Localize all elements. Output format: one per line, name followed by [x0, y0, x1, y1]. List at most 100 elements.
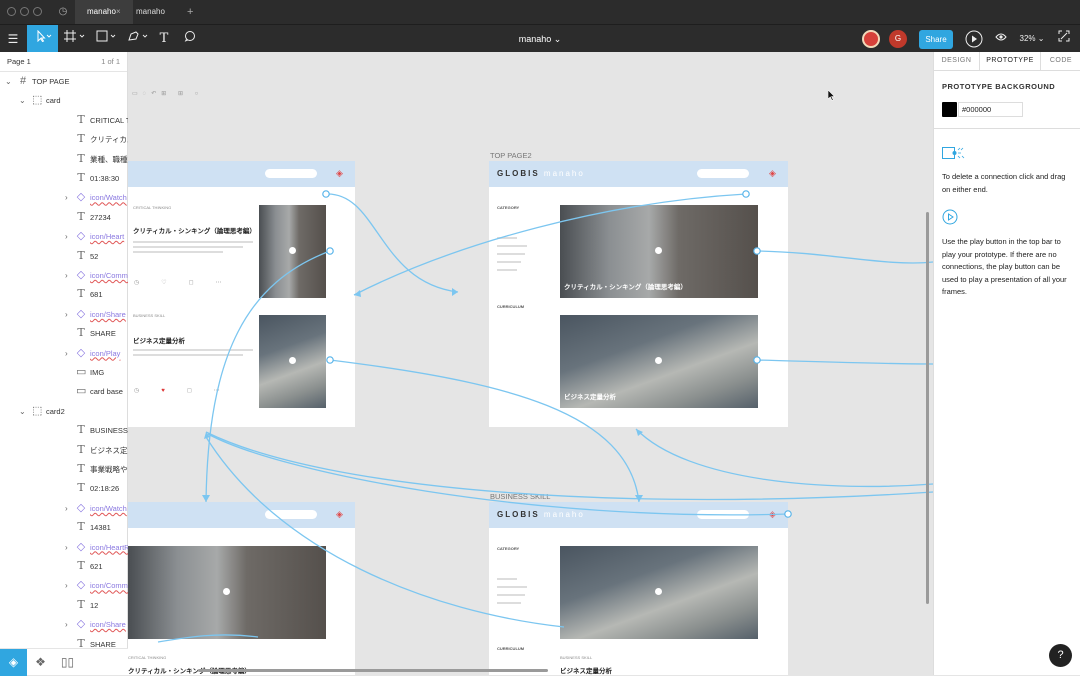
- new-tab-button[interactable]: +: [175, 0, 195, 24]
- expand-arrow-icon[interactable]: ›: [65, 576, 68, 595]
- page-selector[interactable]: Page 1 1 of 1: [0, 52, 127, 72]
- layer-row[interactable]: T 27234: [0, 208, 128, 227]
- horizontal-scrollbar[interactable]: [198, 669, 548, 672]
- connection-handle[interactable]: [753, 247, 761, 255]
- comment-tool-button[interactable]: [180, 25, 200, 53]
- layer-row[interactable]: T クリティカル・シ...: [0, 130, 128, 149]
- text-tool-icon[interactable]: T: [156, 25, 172, 53]
- close-window-button[interactable]: [7, 7, 16, 16]
- layer-row[interactable]: › ◇ icon/Play: [0, 344, 128, 363]
- tab-design[interactable]: DESIGN: [934, 52, 979, 70]
- vertical-scrollbar[interactable]: [926, 212, 929, 604]
- view-settings-button[interactable]: [992, 25, 1010, 53]
- layer-row[interactable]: › ◇ icon/Share: [0, 305, 128, 324]
- share-button[interactable]: Share: [919, 30, 953, 49]
- menu-icon[interactable]: ☰: [0, 25, 26, 53]
- expand-arrow-icon[interactable]: ›: [65, 615, 68, 634]
- text-layer-icon: T: [77, 520, 85, 534]
- expand-arrow-icon[interactable]: ›: [65, 538, 68, 557]
- layer-row[interactable]: ⌄ # TOP PAGE: [0, 72, 128, 91]
- layer-row[interactable]: T BUSINESS SKILL: [0, 421, 128, 440]
- components-tab-icon[interactable]: ❖: [27, 649, 54, 676]
- layer-row[interactable]: T SHARE: [0, 324, 128, 343]
- connection-wire[interactable]: [205, 431, 933, 501]
- frame-tool-button[interactable]: [60, 25, 90, 53]
- connection-handle[interactable]: [322, 190, 330, 198]
- rectangle-layer-icon: ▭: [76, 366, 87, 378]
- layer-row[interactable]: T 621: [0, 557, 128, 576]
- layer-row[interactable]: › ◇ icon/Heart: [0, 227, 128, 246]
- arrowhead: [452, 288, 458, 296]
- move-tool-button[interactable]: [27, 25, 58, 53]
- layer-row[interactable]: › ◇ icon/HeartRed: [0, 538, 128, 557]
- tab-manaho-2[interactable]: manaho: [124, 0, 182, 24]
- connection-handle[interactable]: [784, 510, 792, 518]
- layer-row[interactable]: ▭ IMG: [0, 363, 128, 382]
- layer-row[interactable]: T CRITICAL THINKI...: [0, 111, 128, 130]
- layer-row[interactable]: › ◇ icon/Comment: [0, 266, 128, 285]
- background-color-swatch[interactable]: [942, 102, 957, 117]
- collapse-arrow-icon[interactable]: ⌄: [19, 91, 26, 110]
- connection-wire[interactable]: [329, 359, 640, 503]
- connection-handle[interactable]: [753, 356, 761, 364]
- layer-row[interactable]: ▭ card base: [0, 382, 128, 401]
- cursor-icon: [37, 29, 51, 43]
- connection-wire[interactable]: [205, 436, 565, 628]
- expand-arrow-icon[interactable]: ›: [65, 499, 68, 518]
- library-tab-icon[interactable]: ▯▯: [54, 649, 81, 676]
- connection-wire[interactable]: [207, 433, 789, 516]
- tab-prototype[interactable]: PROTOTYPE: [979, 52, 1041, 71]
- minimize-window-button[interactable]: [20, 7, 29, 16]
- tab-code[interactable]: CODE: [1041, 52, 1080, 70]
- layer-row[interactable]: › ◇ icon/Watch: [0, 188, 128, 207]
- expand-arrow-icon[interactable]: ›: [65, 227, 68, 246]
- layer-row[interactable]: T 01:38:30: [0, 169, 128, 188]
- avatar-team[interactable]: [862, 30, 880, 48]
- layer-row[interactable]: ⌄ ⬚ card: [0, 91, 128, 110]
- shape-tool-button[interactable]: [92, 25, 122, 53]
- canvas[interactable]: ▭◌↶⊞ ⊞ ○ ◈ CRITICAL THINKING クリティカル・シンキン…: [128, 52, 933, 675]
- connection-wire[interactable]: [756, 359, 933, 365]
- background-hex-input[interactable]: #000000: [958, 102, 1023, 117]
- zoom-dropdown[interactable]: 32% ⌄: [1016, 25, 1048, 53]
- layer-row[interactable]: ⌄ ⬚ card2: [0, 402, 128, 421]
- layer-row[interactable]: T 681: [0, 285, 128, 304]
- expand-arrow-icon[interactable]: ›: [65, 344, 68, 363]
- layer-row[interactable]: T 52: [0, 247, 128, 266]
- document-title[interactable]: manaho ⌄: [500, 25, 580, 53]
- layer-row[interactable]: › ◇ icon/Comment: [0, 576, 128, 595]
- arrowhead: [202, 495, 210, 502]
- layers-tab-icon[interactable]: ◈: [0, 649, 27, 676]
- pen-tool-button[interactable]: [124, 25, 154, 53]
- collapse-arrow-icon[interactable]: ⌄: [19, 402, 26, 421]
- connection-wire[interactable]: [353, 193, 747, 296]
- page-label: Page 1: [7, 57, 31, 66]
- layer-label: card base: [90, 387, 123, 397]
- collapse-arrow-icon[interactable]: ⌄: [5, 72, 12, 91]
- layer-row[interactable]: › ◇ icon/Share: [0, 615, 128, 634]
- expand-arrow-icon[interactable]: ›: [65, 188, 68, 207]
- tab-close-icon[interactable]: ×: [116, 0, 121, 24]
- avatar-user[interactable]: G: [889, 30, 907, 48]
- layer-row[interactable]: T 12: [0, 596, 128, 615]
- layer-row[interactable]: T 事業戦略や企画立...: [0, 460, 128, 479]
- layer-row[interactable]: T 14381: [0, 518, 128, 537]
- layer-row[interactable]: T 業種、職種、役職...: [0, 150, 128, 169]
- help-button[interactable]: ?: [1049, 644, 1072, 667]
- layer-row[interactable]: T 02:18:26: [0, 479, 128, 498]
- connection-handle[interactable]: [742, 190, 750, 198]
- expand-arrow-icon[interactable]: ›: [65, 266, 68, 285]
- layer-row[interactable]: › ◇ icon/Watch: [0, 499, 128, 518]
- connection-wire[interactable]: [756, 250, 933, 264]
- layer-label: 681: [90, 290, 103, 300]
- maximize-window-button[interactable]: [33, 7, 42, 16]
- expand-arrow-icon[interactable]: ›: [65, 305, 68, 324]
- layer-row[interactable]: T ビジネス定量分析: [0, 441, 128, 460]
- recent-files-icon[interactable]: ◷: [55, 0, 71, 24]
- connection-handle[interactable]: [326, 356, 334, 364]
- connection-wire[interactable]: [635, 428, 933, 488]
- connection-handle[interactable]: [326, 247, 334, 255]
- fullscreen-button[interactable]: [1054, 25, 1074, 53]
- connection-wire[interactable]: [157, 634, 259, 643]
- present-button[interactable]: [963, 25, 985, 53]
